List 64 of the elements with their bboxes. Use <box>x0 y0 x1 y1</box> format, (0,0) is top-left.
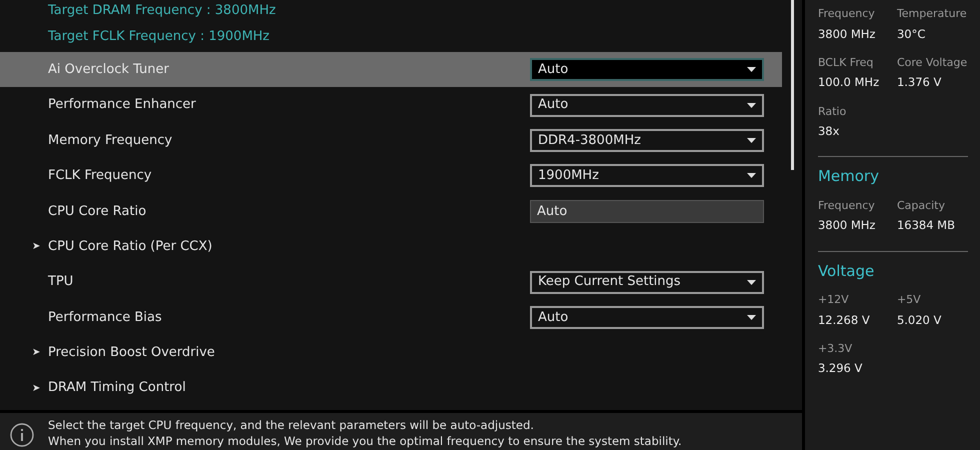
dropdown-field[interactable]: DDR4-3800MHz <box>530 128 764 152</box>
info-icon <box>10 423 34 447</box>
monitor-label: Ratio <box>818 104 848 120</box>
setting-row[interactable]: Performance Bias Auto <box>0 300 782 336</box>
setting-label: DRAM Timing Control <box>48 380 186 396</box>
setting-row[interactable]: ➤ CPU Core Ratio (Per CCX) <box>0 228 782 264</box>
monitor-value: 3.296 V <box>818 360 864 378</box>
setting-row[interactable]: TPU Keep Current Settings <box>0 264 782 300</box>
setting-label: FCLK Frequency <box>48 168 152 184</box>
section-title: Memory <box>818 166 880 188</box>
caret-icon <box>747 173 756 178</box>
dropdown-field[interactable]: Auto <box>530 94 764 117</box>
setting-row[interactable]: ➤ Precision Boost Overdrive <box>0 335 782 371</box>
caret-icon <box>747 280 756 285</box>
monitor-value: 30°C <box>896 26 926 42</box>
setting-row[interactable]: Memory Frequency DDR4-3800MHz <box>0 122 782 158</box>
dropdown-field[interactable]: Auto <box>530 58 764 82</box>
setting-label: Performance Enhancer <box>48 97 196 112</box>
submenu-arrow: ➤ <box>32 382 40 396</box>
setting-label: Performance Bias <box>48 310 162 325</box>
caret-icon <box>747 138 756 143</box>
monitor-label: Frequency <box>818 198 876 214</box>
monitor-label: Temperature <box>896 6 968 22</box>
scrollbar-thumb[interactable] <box>790 0 794 170</box>
monitor-value: 16384 MB <box>896 217 956 234</box>
caret-icon <box>747 102 756 108</box>
monitor-label: +12V <box>818 292 850 308</box>
monitor-label: Core Voltage <box>896 54 968 71</box>
setting-label: Memory Frequency <box>48 132 172 148</box>
dropdown-field[interactable]: Keep Current Settings <box>530 270 764 294</box>
setting-row[interactable]: FCLK Frequency 1900MHz <box>0 158 782 194</box>
monitor-value: 3800 MHz <box>818 217 876 234</box>
monitor-label: Frequency <box>818 6 876 22</box>
section-title: Voltage <box>818 260 876 282</box>
monitor-label: Capacity <box>896 198 946 214</box>
caret-icon <box>747 67 756 72</box>
setting-label: CPU Core Ratio <box>48 204 146 218</box>
monitor-value: 38x <box>818 123 840 140</box>
monitor-value: 3800 MHz <box>818 26 876 42</box>
monitor-label: +5V <box>896 292 922 308</box>
monitor-value: 1.376 V <box>896 74 942 92</box>
setting-label: Precision Boost Overdrive <box>48 345 215 360</box>
monitor-value: 100.0 MHz <box>818 74 880 92</box>
setting-label: CPU Core Ratio (Per CCX) <box>48 238 212 254</box>
submenu-arrow: ➤ <box>32 346 40 360</box>
dropdown-field[interactable]: 1900MHz <box>530 164 764 188</box>
caret-icon <box>747 314 756 320</box>
setting-row[interactable]: Ai Overclock Tuner Auto <box>0 52 782 88</box>
monitor-label: +3.3V <box>818 340 854 357</box>
help-text: Select the target CPU frequency, and the relevant parameters will be auto-adjusted. <box>48 417 535 433</box>
readonly-field: Auto <box>530 200 764 223</box>
setting-label: Ai Overclock Tuner <box>48 62 169 77</box>
dropdown-field[interactable]: Auto <box>530 306 764 329</box>
submenu-arrow: ➤ <box>32 240 40 254</box>
info-text: Target DRAM Frequency : 3800MHz <box>48 3 276 18</box>
monitor-value: 12.268 V <box>818 312 871 328</box>
setting-row[interactable]: ➤ DRAM Timing Control <box>0 370 782 406</box>
setting-row[interactable]: Performance Enhancer Auto <box>0 87 782 123</box>
info-text: Target FCLK Frequency : 1900MHz <box>48 29 270 44</box>
monitor-label: BCLK Freq <box>818 54 874 71</box>
monitor-value: 5.020 V <box>896 312 942 328</box>
help-text: When you install XMP memory modules, We provide you the optimal frequency to ensure the system stability. <box>48 433 682 449</box>
setting-label: TPU <box>48 274 74 290</box>
setting-row[interactable]: CPU Core Ratio Auto <box>0 194 782 229</box>
